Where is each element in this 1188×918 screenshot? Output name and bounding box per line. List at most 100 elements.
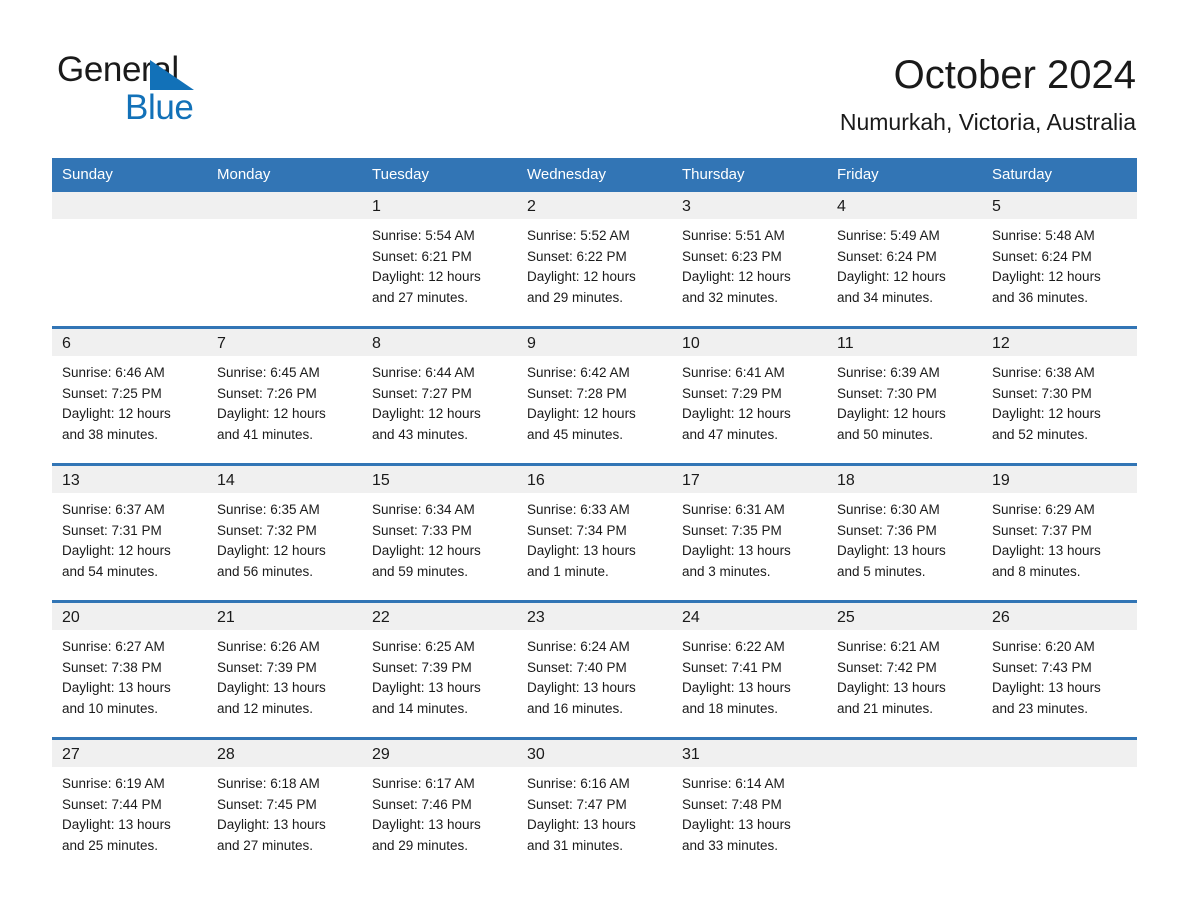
detail-sunset: Sunset: 7:42 PM [837,659,937,675]
day-cell-content: 9 Sunrise: 6:42 AM Sunset: 7:28 PM Daylight… [517,329,672,463]
day-details: Sunrise: 5:51 AM Sunset: 6:23 PM Daylight:… [672,219,827,308]
calendar-day-cell[interactable]: 5 Sunrise: 5:48 AM Sunset: 6:24 PM Daylight… [982,192,1137,328]
day-details: Sunrise: 5:52 AM Sunset: 6:22 PM Daylight:… [517,219,672,308]
calendar-day-cell[interactable]: 2 Sunrise: 5:52 AM Sunset: 6:22 PM Daylight… [517,192,672,328]
detail-sunset: Sunset: 6:22 PM [527,248,627,264]
calendar-day-cell[interactable]: 16 Sunrise: 6:33 AM Sunset: 7:34 PM Dayligh… [517,463,672,602]
calendar-day-cell[interactable]: 8 Sunrise: 6:44 AM Sunset: 7:27 PM Daylight… [362,326,517,465]
day-details: Sunrise: 6:38 AM Sunset: 7:30 PM Daylight:… [982,356,1137,445]
calendar-day-cell[interactable]: 6 Sunrise: 6:46 AM Sunset: 7:25 PM Daylight… [52,326,207,465]
calendar-day-cell[interactable]: 20 Sunrise: 6:27 AM Sunset: 7:38 PM Dayligh… [52,600,207,739]
detail-sunrise: Sunrise: 6:19 AM [62,776,165,791]
day-details: Sunrise: 6:25 AM Sunset: 7:39 PM Daylight:… [362,630,517,719]
calendar-day-cell[interactable]: 18 Sunrise: 6:30 AM Sunset: 7:36 PM Dayligh… [827,463,982,602]
day-number: 24 [672,603,827,630]
calendar-day-cell[interactable]: 11 Sunrise: 6:39 AM Sunset: 7:30 PM Dayligh… [827,326,982,465]
logo-triangle-icon [150,60,194,90]
detail-daylight-line2: and 54 minutes. [62,563,159,579]
detail-sunrise: Sunrise: 6:20 AM [992,639,1095,654]
detail-daylight-line2: and 45 minutes. [527,426,624,442]
day-number [52,192,207,219]
detail-daylight-line2: and 1 minute. [527,563,609,579]
detail-daylight-line2: and 12 minutes. [217,700,314,716]
detail-sunrise: Sunrise: 5:51 AM [682,228,785,243]
day-number: 21 [207,603,362,630]
day-details [52,219,207,226]
detail-daylight-line1: Daylight: 13 hours [682,680,791,695]
day-cell-content: 11 Sunrise: 6:39 AM Sunset: 7:30 PM Dayligh… [827,329,982,463]
calendar-day-cell [52,192,207,328]
calendar-day-cell[interactable]: 17 Sunrise: 6:31 AM Sunset: 7:35 PM Dayligh… [672,463,827,602]
calendar-day-cell[interactable]: 14 Sunrise: 6:35 AM Sunset: 7:32 PM Dayligh… [207,463,362,602]
day-number: 25 [827,603,982,630]
calendar-day-cell[interactable]: 13 Sunrise: 6:37 AM Sunset: 7:31 PM Dayligh… [52,463,207,602]
day-details: Sunrise: 6:29 AM Sunset: 7:37 PM Daylight:… [982,493,1137,582]
calendar-day-cell[interactable]: 9 Sunrise: 6:42 AM Sunset: 7:28 PM Daylight… [517,326,672,465]
calendar-day-cell[interactable]: 29 Sunrise: 6:17 AM Sunset: 7:46 PM Dayligh… [362,737,517,874]
calendar-day-cell[interactable]: 22 Sunrise: 6:25 AM Sunset: 7:39 PM Dayligh… [362,600,517,739]
day-details: Sunrise: 6:45 AM Sunset: 7:26 PM Daylight:… [207,356,362,445]
calendar-day-cell[interactable]: 31 Sunrise: 6:14 AM Sunset: 7:48 PM Dayligh… [672,737,827,874]
detail-daylight-line1: Daylight: 13 hours [527,817,636,832]
calendar-day-cell[interactable]: 23 Sunrise: 6:24 AM Sunset: 7:40 PM Dayligh… [517,600,672,739]
calendar-day-cell[interactable]: 27 Sunrise: 6:19 AM Sunset: 7:44 PM Dayligh… [52,737,207,874]
detail-daylight-line1: Daylight: 13 hours [372,680,481,695]
detail-sunset: Sunset: 6:24 PM [837,248,937,264]
day-cell-content: 22 Sunrise: 6:25 AM Sunset: 7:39 PM Dayligh… [362,603,517,737]
detail-sunrise: Sunrise: 6:41 AM [682,365,785,380]
detail-daylight-line2: and 27 minutes. [372,289,469,305]
day-number: 23 [517,603,672,630]
calendar-day-cell[interactable]: 3 Sunrise: 5:51 AM Sunset: 6:23 PM Daylight… [672,192,827,328]
detail-sunset: Sunset: 7:36 PM [837,522,937,538]
day-cell-content: 30 Sunrise: 6:16 AM Sunset: 7:47 PM Dayligh… [517,740,672,874]
detail-sunset: Sunset: 7:32 PM [217,522,317,538]
calendar-day-cell[interactable]: 19 Sunrise: 6:29 AM Sunset: 7:37 PM Dayligh… [982,463,1137,602]
detail-daylight-line1: Daylight: 13 hours [682,817,791,832]
day-details: Sunrise: 6:22 AM Sunset: 7:41 PM Daylight:… [672,630,827,719]
detail-sunset: Sunset: 6:23 PM [682,248,782,264]
calendar-day-cell[interactable]: 10 Sunrise: 6:41 AM Sunset: 7:29 PM Dayligh… [672,326,827,465]
day-number: 7 [207,329,362,356]
detail-sunset: Sunset: 7:47 PM [527,796,627,812]
day-number: 28 [207,740,362,767]
detail-daylight-line1: Daylight: 12 hours [372,269,481,284]
day-cell-content: 12 Sunrise: 6:38 AM Sunset: 7:30 PM Dayligh… [982,329,1137,463]
day-details: Sunrise: 5:48 AM Sunset: 6:24 PM Daylight:… [982,219,1137,308]
calendar-day-cell[interactable]: 12 Sunrise: 6:38 AM Sunset: 7:30 PM Dayligh… [982,326,1137,465]
detail-sunset: Sunset: 6:21 PM [372,248,472,264]
day-details: Sunrise: 6:24 AM Sunset: 7:40 PM Daylight:… [517,630,672,719]
calendar-day-cell[interactable]: 25 Sunrise: 6:21 AM Sunset: 7:42 PM Dayligh… [827,600,982,739]
calendar-day-cell[interactable]: 1 Sunrise: 5:54 AM Sunset: 6:21 PM Daylight… [362,192,517,328]
day-cell-content [207,192,362,326]
day-cell-content: 8 Sunrise: 6:44 AM Sunset: 7:27 PM Daylight… [362,329,517,463]
day-cell-content: 2 Sunrise: 5:52 AM Sunset: 6:22 PM Daylight… [517,192,672,326]
detail-sunrise: Sunrise: 6:38 AM [992,365,1095,380]
calendar-day-cell[interactable]: 30 Sunrise: 6:16 AM Sunset: 7:47 PM Dayligh… [517,737,672,874]
detail-sunset: Sunset: 7:25 PM [62,385,162,401]
calendar-day-cell[interactable]: 15 Sunrise: 6:34 AM Sunset: 7:33 PM Dayligh… [362,463,517,602]
detail-daylight-line2: and 34 minutes. [837,289,934,305]
day-cell-content: 16 Sunrise: 6:33 AM Sunset: 7:34 PM Dayligh… [517,466,672,600]
detail-daylight-line2: and 47 minutes. [682,426,779,442]
calendar-day-cell[interactable]: 28 Sunrise: 6:18 AM Sunset: 7:45 PM Dayligh… [207,737,362,874]
day-details: Sunrise: 6:34 AM Sunset: 7:33 PM Daylight:… [362,493,517,582]
detail-daylight-line1: Daylight: 13 hours [527,543,636,558]
day-cell-content [827,740,982,874]
detail-sunrise: Sunrise: 6:31 AM [682,502,785,517]
day-details: Sunrise: 6:30 AM Sunset: 7:36 PM Daylight:… [827,493,982,582]
detail-daylight-line2: and 3 minutes. [682,563,771,579]
day-number: 5 [982,192,1137,219]
detail-daylight-line1: Daylight: 12 hours [217,543,326,558]
weekday-header-friday: Friday [827,158,982,192]
calendar-day-cell[interactable]: 24 Sunrise: 6:22 AM Sunset: 7:41 PM Dayligh… [672,600,827,739]
day-number: 18 [827,466,982,493]
calendar-day-cell[interactable]: 26 Sunrise: 6:20 AM Sunset: 7:43 PM Dayligh… [982,600,1137,739]
detail-daylight-line2: and 50 minutes. [837,426,934,442]
detail-daylight-line1: Daylight: 12 hours [992,269,1101,284]
calendar-day-cell[interactable]: 21 Sunrise: 6:26 AM Sunset: 7:39 PM Dayligh… [207,600,362,739]
day-cell-content: 31 Sunrise: 6:14 AM Sunset: 7:48 PM Dayligh… [672,740,827,874]
calendar-day-cell[interactable]: 7 Sunrise: 6:45 AM Sunset: 7:26 PM Daylight… [207,326,362,465]
page-title: October 2024 [893,53,1136,97]
calendar-day-cell[interactable]: 4 Sunrise: 5:49 AM Sunset: 6:24 PM Daylight… [827,192,982,328]
day-number: 8 [362,329,517,356]
